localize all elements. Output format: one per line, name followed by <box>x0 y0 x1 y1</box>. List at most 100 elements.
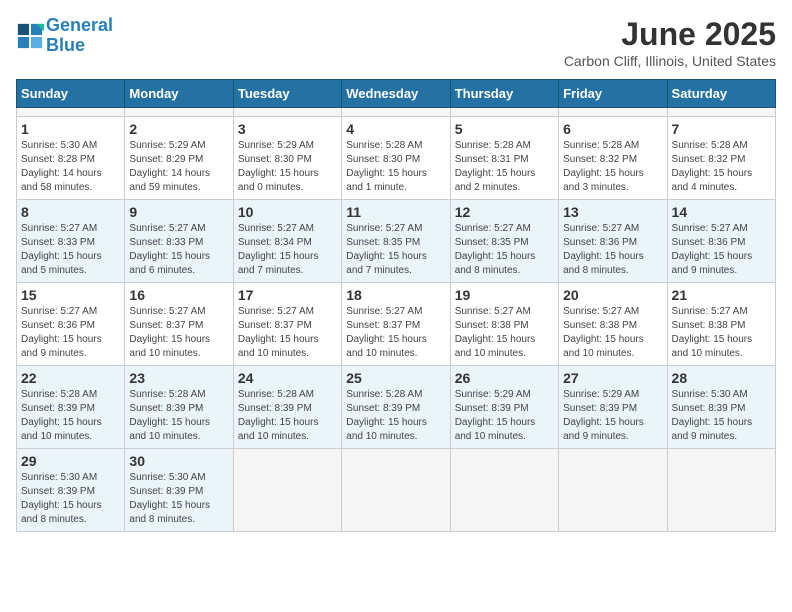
calendar-cell: 1 Sunrise: 5:30 AM Sunset: 8:28 PM Daylig… <box>17 117 125 200</box>
day-info: Sunrise: 5:28 AM Sunset: 8:32 PM Dayligh… <box>672 139 771 195</box>
day-info: Sunrise: 5:29 AM Sunset: 8:39 PM Dayligh… <box>455 388 554 444</box>
day-number: 5 <box>455 121 554 137</box>
calendar-table: SundayMondayTuesdayWednesdayThursdayFrid… <box>16 79 776 532</box>
day-info: Sunrise: 5:28 AM Sunset: 8:32 PM Dayligh… <box>563 139 662 195</box>
weekday-header-friday: Friday <box>559 80 667 108</box>
day-number: 6 <box>563 121 662 137</box>
day-number: 7 <box>672 121 771 137</box>
day-number: 11 <box>346 204 445 220</box>
day-number: 22 <box>21 370 120 386</box>
logo-icon <box>16 22 44 50</box>
day-info: Sunrise: 5:27 AM Sunset: 8:37 PM Dayligh… <box>346 305 445 361</box>
calendar-cell <box>667 449 775 532</box>
calendar-cell <box>667 108 775 117</box>
calendar-cell: 25 Sunrise: 5:28 AM Sunset: 8:39 PM Dayli… <box>342 366 450 449</box>
day-number: 21 <box>672 287 771 303</box>
page-header: General Blue June 2025 Carbon Cliff, Ill… <box>16 16 776 69</box>
day-info: Sunrise: 5:30 AM Sunset: 8:28 PM Dayligh… <box>21 139 120 195</box>
day-number: 24 <box>238 370 337 386</box>
calendar-cell: 27Sunrise: 5:29 AM Sunset: 8:39 PM Dayli… <box>559 366 667 449</box>
day-number: 14 <box>672 204 771 220</box>
day-info: Sunrise: 5:27 AM Sunset: 8:37 PM Dayligh… <box>129 305 228 361</box>
calendar-cell <box>559 449 667 532</box>
weekday-header-sunday: Sunday <box>17 80 125 108</box>
day-number: 8 <box>21 204 120 220</box>
day-info: Sunrise: 5:27 AM Sunset: 8:38 PM Dayligh… <box>563 305 662 361</box>
calendar-cell: 22 Sunrise: 5:28 AM Sunset: 8:39 PM Dayli… <box>17 366 125 449</box>
day-info: Sunrise: 5:30 AM Sunset: 8:39 PM Dayligh… <box>129 471 228 527</box>
day-info: Sunrise: 5:27 AM Sunset: 8:35 PM Dayligh… <box>455 222 554 278</box>
day-info: Sunrise: 5:30 AM Sunset: 8:39 PM Dayligh… <box>21 471 120 527</box>
day-info: Sunrise: 5:27 AM Sunset: 8:38 PM Dayligh… <box>672 305 771 361</box>
calendar-cell: 30 Sunrise: 5:30 AM Sunset: 8:39 PM Dayli… <box>125 449 233 532</box>
calendar-cell <box>17 108 125 117</box>
day-number: 4 <box>346 121 445 137</box>
day-number: 25 <box>346 370 445 386</box>
calendar-week-row: 22 Sunrise: 5:28 AM Sunset: 8:39 PM Dayli… <box>17 366 776 449</box>
calendar-cell: 28Sunrise: 5:30 AM Sunset: 8:39 PM Dayli… <box>667 366 775 449</box>
calendar-cell <box>342 108 450 117</box>
calendar-week-row <box>17 108 776 117</box>
calendar-week-row: 1 Sunrise: 5:30 AM Sunset: 8:28 PM Daylig… <box>17 117 776 200</box>
day-info: Sunrise: 5:28 AM Sunset: 8:39 PM Dayligh… <box>238 388 337 444</box>
calendar-cell: 3Sunrise: 5:29 AM Sunset: 8:30 PM Daylig… <box>233 117 341 200</box>
day-info: Sunrise: 5:28 AM Sunset: 8:31 PM Dayligh… <box>455 139 554 195</box>
calendar-cell: 17 Sunrise: 5:27 AM Sunset: 8:37 PM Dayli… <box>233 283 341 366</box>
calendar-cell <box>342 449 450 532</box>
calendar-cell: 24 Sunrise: 5:28 AM Sunset: 8:39 PM Dayli… <box>233 366 341 449</box>
calendar-cell: 21 Sunrise: 5:27 AM Sunset: 8:38 PM Dayli… <box>667 283 775 366</box>
calendar-header: SundayMondayTuesdayWednesdayThursdayFrid… <box>17 80 776 108</box>
day-number: 1 <box>21 121 120 137</box>
calendar-cell <box>233 108 341 117</box>
day-number: 20 <box>563 287 662 303</box>
day-info: Sunrise: 5:27 AM Sunset: 8:36 PM Dayligh… <box>672 222 771 278</box>
day-info: Sunrise: 5:27 AM Sunset: 8:35 PM Dayligh… <box>346 222 445 278</box>
day-info: Sunrise: 5:29 AM Sunset: 8:30 PM Dayligh… <box>238 139 337 195</box>
calendar-cell: 26 Sunrise: 5:29 AM Sunset: 8:39 PM Dayli… <box>450 366 558 449</box>
day-number: 29 <box>21 453 120 469</box>
day-number: 28 <box>672 370 771 386</box>
day-info: Sunrise: 5:27 AM Sunset: 8:36 PM Dayligh… <box>563 222 662 278</box>
day-number: 9 <box>129 204 228 220</box>
day-number: 30 <box>129 453 228 469</box>
day-number: 19 <box>455 287 554 303</box>
day-info: Sunrise: 5:28 AM Sunset: 8:39 PM Dayligh… <box>129 388 228 444</box>
day-info: Sunrise: 5:28 AM Sunset: 8:30 PM Dayligh… <box>346 139 445 195</box>
calendar-cell <box>450 108 558 117</box>
calendar-cell: 20 Sunrise: 5:27 AM Sunset: 8:38 PM Dayli… <box>559 283 667 366</box>
calendar-cell: 29 Sunrise: 5:30 AM Sunset: 8:39 PM Dayli… <box>17 449 125 532</box>
calendar-cell: 19 Sunrise: 5:27 AM Sunset: 8:38 PM Dayli… <box>450 283 558 366</box>
weekday-header-tuesday: Tuesday <box>233 80 341 108</box>
day-info: Sunrise: 5:27 AM Sunset: 8:33 PM Dayligh… <box>129 222 228 278</box>
day-number: 27 <box>563 370 662 386</box>
day-number: 17 <box>238 287 337 303</box>
day-number: 10 <box>238 204 337 220</box>
calendar-cell: 8Sunrise: 5:27 AM Sunset: 8:33 PM Daylig… <box>17 200 125 283</box>
calendar-cell: 2Sunrise: 5:29 AM Sunset: 8:29 PM Daylig… <box>125 117 233 200</box>
calendar-cell: 10 Sunrise: 5:27 AM Sunset: 8:34 PM Dayli… <box>233 200 341 283</box>
calendar-cell: 4 Sunrise: 5:28 AM Sunset: 8:30 PM Daylig… <box>342 117 450 200</box>
day-info: Sunrise: 5:28 AM Sunset: 8:39 PM Dayligh… <box>346 388 445 444</box>
weekday-header-wednesday: Wednesday <box>342 80 450 108</box>
day-info: Sunrise: 5:28 AM Sunset: 8:39 PM Dayligh… <box>21 388 120 444</box>
day-info: Sunrise: 5:27 AM Sunset: 8:37 PM Dayligh… <box>238 305 337 361</box>
weekday-header-row: SundayMondayTuesdayWednesdayThursdayFrid… <box>17 80 776 108</box>
day-info: Sunrise: 5:27 AM Sunset: 8:38 PM Dayligh… <box>455 305 554 361</box>
weekday-header-saturday: Saturday <box>667 80 775 108</box>
month-title: June 2025 <box>564 16 776 53</box>
calendar-cell <box>559 108 667 117</box>
day-info: Sunrise: 5:27 AM Sunset: 8:36 PM Dayligh… <box>21 305 120 361</box>
calendar-cell: 5 Sunrise: 5:28 AM Sunset: 8:31 PM Daylig… <box>450 117 558 200</box>
calendar-cell <box>450 449 558 532</box>
day-number: 12 <box>455 204 554 220</box>
calendar-week-row: 29 Sunrise: 5:30 AM Sunset: 8:39 PM Dayli… <box>17 449 776 532</box>
logo-text: General Blue <box>46 16 113 56</box>
day-number: 15 <box>21 287 120 303</box>
location-title: Carbon Cliff, Illinois, United States <box>564 53 776 69</box>
day-number: 26 <box>455 370 554 386</box>
calendar-cell: 23Sunrise: 5:28 AM Sunset: 8:39 PM Dayli… <box>125 366 233 449</box>
day-number: 2 <box>129 121 228 137</box>
calendar-cell: 15 Sunrise: 5:27 AM Sunset: 8:36 PM Dayli… <box>17 283 125 366</box>
calendar-cell <box>125 108 233 117</box>
day-info: Sunrise: 5:27 AM Sunset: 8:34 PM Dayligh… <box>238 222 337 278</box>
